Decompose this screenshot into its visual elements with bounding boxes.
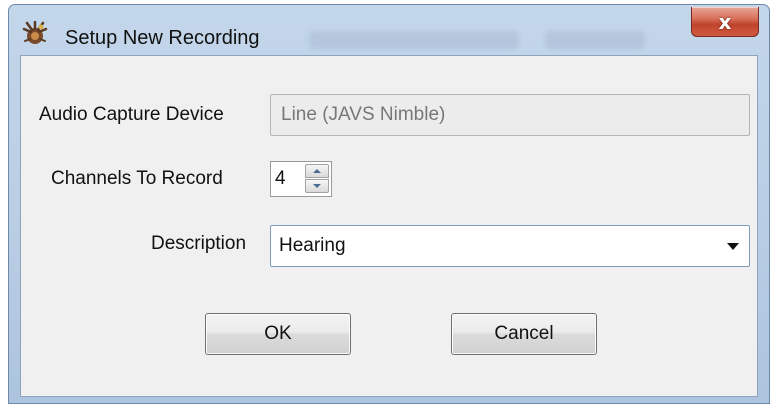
title-bar[interactable]: Setup New Recording x — [9, 5, 769, 55]
close-icon: x — [718, 9, 732, 34]
channels-stepper[interactable]: 4 — [270, 161, 332, 197]
background-blur — [309, 31, 519, 49]
audio-capture-device-label: Audio Capture Device — [39, 104, 224, 125]
close-button[interactable]: x — [691, 7, 759, 37]
stepper-down-button[interactable] — [305, 179, 329, 193]
recording-app-icon — [22, 21, 48, 44]
window-title: Setup New Recording — [65, 27, 260, 49]
arrow-up-icon — [313, 169, 321, 173]
background-blur — [545, 31, 645, 49]
dialog-body: Audio Capture Device Line (JAVS Nimble) … — [20, 55, 758, 397]
channels-value[interactable]: 4 — [275, 162, 286, 196]
description-combobox[interactable]: Hearing — [270, 225, 750, 267]
dialog-window: Setup New Recording x Audio Capture Devi… — [8, 4, 770, 404]
channels-to-record-label: Channels To Record — [51, 168, 223, 189]
chevron-down-icon[interactable] — [727, 243, 739, 250]
stepper-buttons — [305, 164, 329, 194]
arrow-down-icon — [313, 184, 321, 188]
audio-capture-device-field: Line (JAVS Nimble) — [270, 94, 750, 136]
description-value[interactable]: Hearing — [279, 226, 346, 266]
ok-button[interactable]: OK — [205, 313, 351, 355]
stepper-up-button[interactable] — [305, 164, 329, 178]
description-label: Description — [151, 233, 247, 254]
cancel-button[interactable]: Cancel — [451, 313, 597, 355]
